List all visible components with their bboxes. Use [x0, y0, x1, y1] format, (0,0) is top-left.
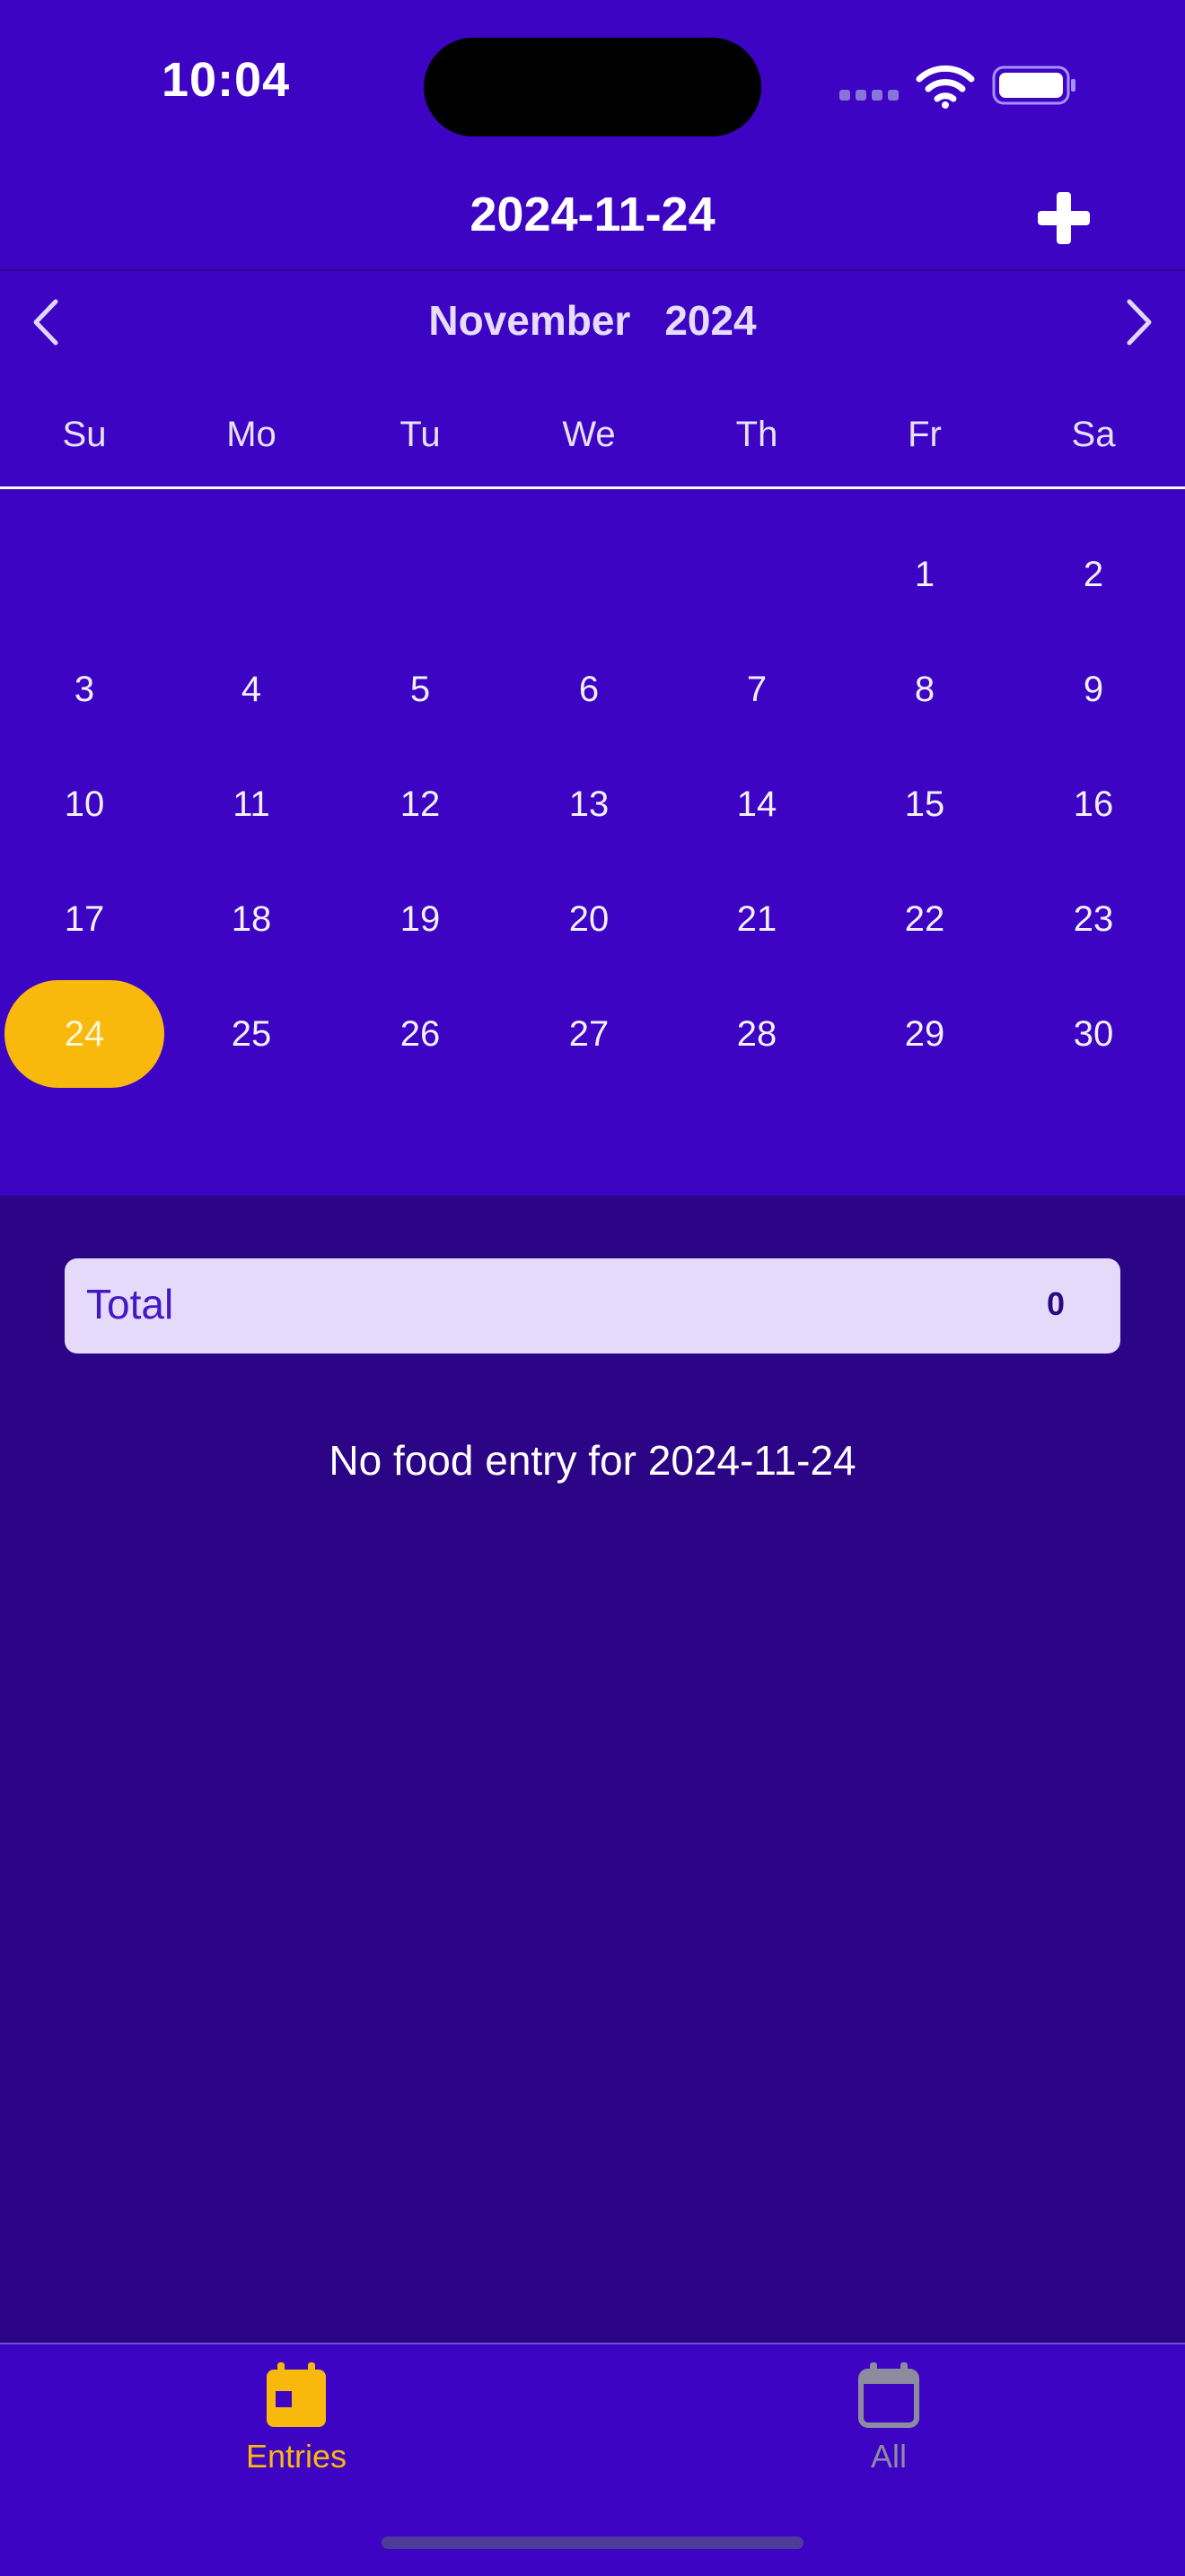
calendar-day[interactable]: 25 [167, 998, 336, 1070]
weekday-label: Su [62, 415, 107, 454]
calendar-day[interactable]: 10 [0, 768, 169, 840]
calendar-day[interactable]: 14 [672, 768, 841, 840]
month-year-label: November 2024 [0, 296, 1185, 345]
calendar-day[interactable]: 7 [672, 653, 841, 725]
page-title: 2024-11-24 [470, 188, 715, 241]
weekday-label: Mo [226, 415, 276, 454]
home-indicator [382, 2537, 803, 2549]
chevron-right-icon[interactable] [1119, 296, 1158, 348]
plus-icon [1038, 192, 1090, 244]
calendar-day[interactable]: 15 [840, 768, 1009, 840]
calendar-day[interactable]: 21 [672, 883, 841, 955]
calendar-day[interactable]: 17 [0, 883, 169, 955]
calendar-day[interactable]: 26 [336, 998, 505, 1070]
calendar-day-selected[interactable]: 24 [4, 980, 164, 1088]
tab-all[interactable]: All [763, 2361, 1014, 2475]
nav-divider [0, 269, 1185, 271]
dynamic-island [424, 38, 761, 136]
weekday-label: Tu [399, 415, 441, 454]
weekday-label: We [562, 415, 616, 454]
calendar-day[interactable]: 19 [336, 883, 505, 955]
weekday-label: Sa [1071, 415, 1116, 454]
battery-icon [992, 66, 1075, 105]
calendar-day[interactable]: 30 [1009, 998, 1178, 1070]
calendar-day[interactable]: 27 [505, 998, 673, 1070]
cellular-signal-icon [839, 90, 902, 104]
calendar-day[interactable]: 3 [0, 653, 169, 725]
calendar-day[interactable]: 12 [336, 768, 505, 840]
status-time: 10:04 [162, 53, 291, 107]
month-label: November [428, 297, 631, 344]
calendar-day[interactable]: 13 [505, 768, 673, 840]
calendar-day[interactable]: 16 [1009, 768, 1178, 840]
calendar-day[interactable]: 8 [840, 653, 1009, 725]
calendar-day[interactable]: 28 [672, 998, 841, 1070]
tab-label-entries: Entries [245, 2438, 347, 2475]
calendar-day[interactable]: 20 [505, 883, 673, 955]
calendar-day[interactable]: 5 [336, 653, 505, 725]
total-value: 0 [1046, 1285, 1065, 1322]
calendar-day[interactable]: 23 [1009, 883, 1178, 955]
calendar-day[interactable]: 9 [1009, 653, 1178, 725]
calendar-day[interactable]: 1 [840, 539, 1009, 610]
calendar-day[interactable]: 11 [167, 768, 336, 840]
weekday-divider [0, 486, 1185, 489]
calendar-day[interactable]: 2 [1009, 539, 1178, 610]
calendar-day[interactable]: 4 [167, 653, 336, 725]
weekday-label: Fr [908, 415, 942, 454]
weekday-label: Th [735, 415, 778, 454]
total-card: Total 0 [65, 1258, 1120, 1354]
empty-state-message: No food entry for 2024-11-24 [329, 1437, 856, 1484]
wifi-icon [916, 65, 975, 109]
add-entry-button[interactable] [1034, 188, 1093, 248]
calendar-day[interactable]: 18 [167, 883, 336, 955]
calendar-icon [267, 2362, 326, 2427]
tab-entries[interactable]: Entries [171, 2361, 422, 2475]
calendar-day[interactable]: 29 [840, 998, 1009, 1070]
total-label: Total [86, 1281, 174, 1327]
calendar-day[interactable]: 6 [505, 653, 673, 725]
tab-label-all: All [870, 2438, 907, 2475]
year-label: 2024 [664, 297, 757, 344]
calendar-icon [858, 2362, 919, 2428]
calendar-day[interactable]: 22 [840, 883, 1009, 955]
